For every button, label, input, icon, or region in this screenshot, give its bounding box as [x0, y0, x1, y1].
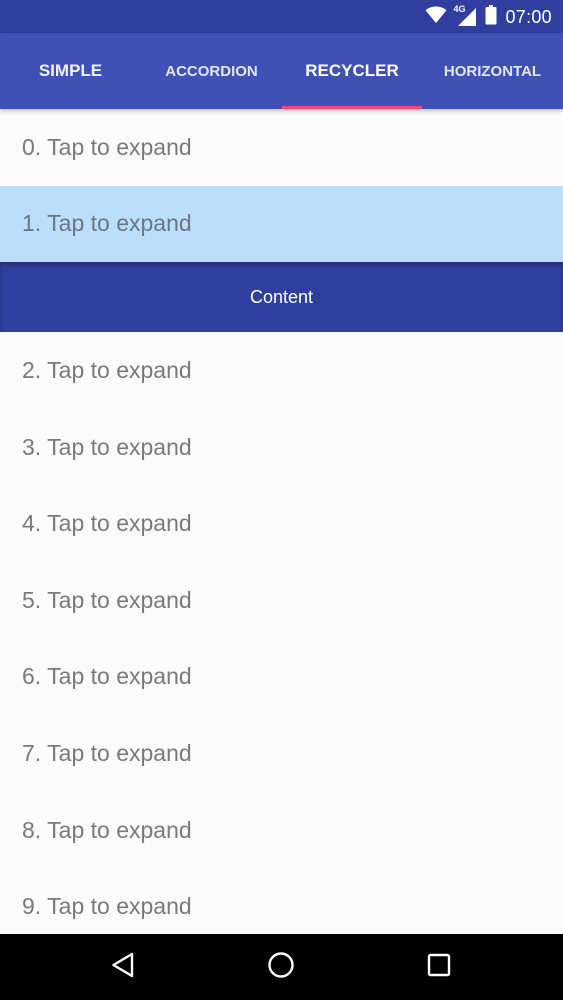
home-icon — [267, 951, 295, 984]
list-item-0[interactable]: 0. Tap to expand — [0, 109, 563, 186]
selected-tab-indicator — [282, 106, 422, 109]
list-item-2[interactable]: 2. Tap to expand — [0, 332, 563, 409]
status-bar: 4G 07:00 — [0, 0, 563, 33]
status-icons: 4G 07:00 — [425, 4, 552, 30]
tab-horizontal[interactable]: HORIZONTAL — [422, 33, 563, 109]
list-item-4[interactable]: 4. Tap to expand — [0, 485, 563, 562]
tab-accordion[interactable]: ACCORDION — [141, 33, 282, 109]
list-item-7[interactable]: 7. Tap to expand — [0, 715, 563, 792]
expanded-content: Content — [0, 262, 563, 333]
list-item-1[interactable]: 1. Tap to expand — [0, 185, 563, 263]
tab-bar: SIMPLE ACCORDION RECYCLER HORIZONTAL — [0, 33, 563, 109]
cell-signal-icon: 4G — [453, 4, 477, 27]
wifi-icon — [425, 6, 447, 29]
recents-button[interactable] — [422, 950, 456, 984]
list-item-9[interactable]: 9. Tap to expand — [0, 868, 563, 934]
list-item-3[interactable]: 3. Tap to expand — [0, 408, 563, 486]
list-item-8[interactable]: 8. Tap to expand — [0, 791, 563, 869]
tab-simple[interactable]: SIMPLE — [0, 33, 141, 109]
battery-icon — [485, 4, 497, 30]
list-item-5[interactable]: 5. Tap to expand — [0, 561, 563, 639]
clock: 07:00 — [505, 6, 552, 27]
back-button[interactable] — [106, 950, 140, 984]
back-icon — [111, 952, 135, 983]
home-button[interactable] — [264, 950, 298, 984]
recents-icon — [427, 953, 451, 982]
list-item-6[interactable]: 6. Tap to expand — [0, 638, 563, 716]
navigation-bar — [0, 934, 563, 1000]
recycler-list[interactable]: 0. Tap to expand 1. Tap to expand Conten… — [0, 109, 563, 934]
tab-recycler[interactable]: RECYCLER — [282, 33, 422, 109]
